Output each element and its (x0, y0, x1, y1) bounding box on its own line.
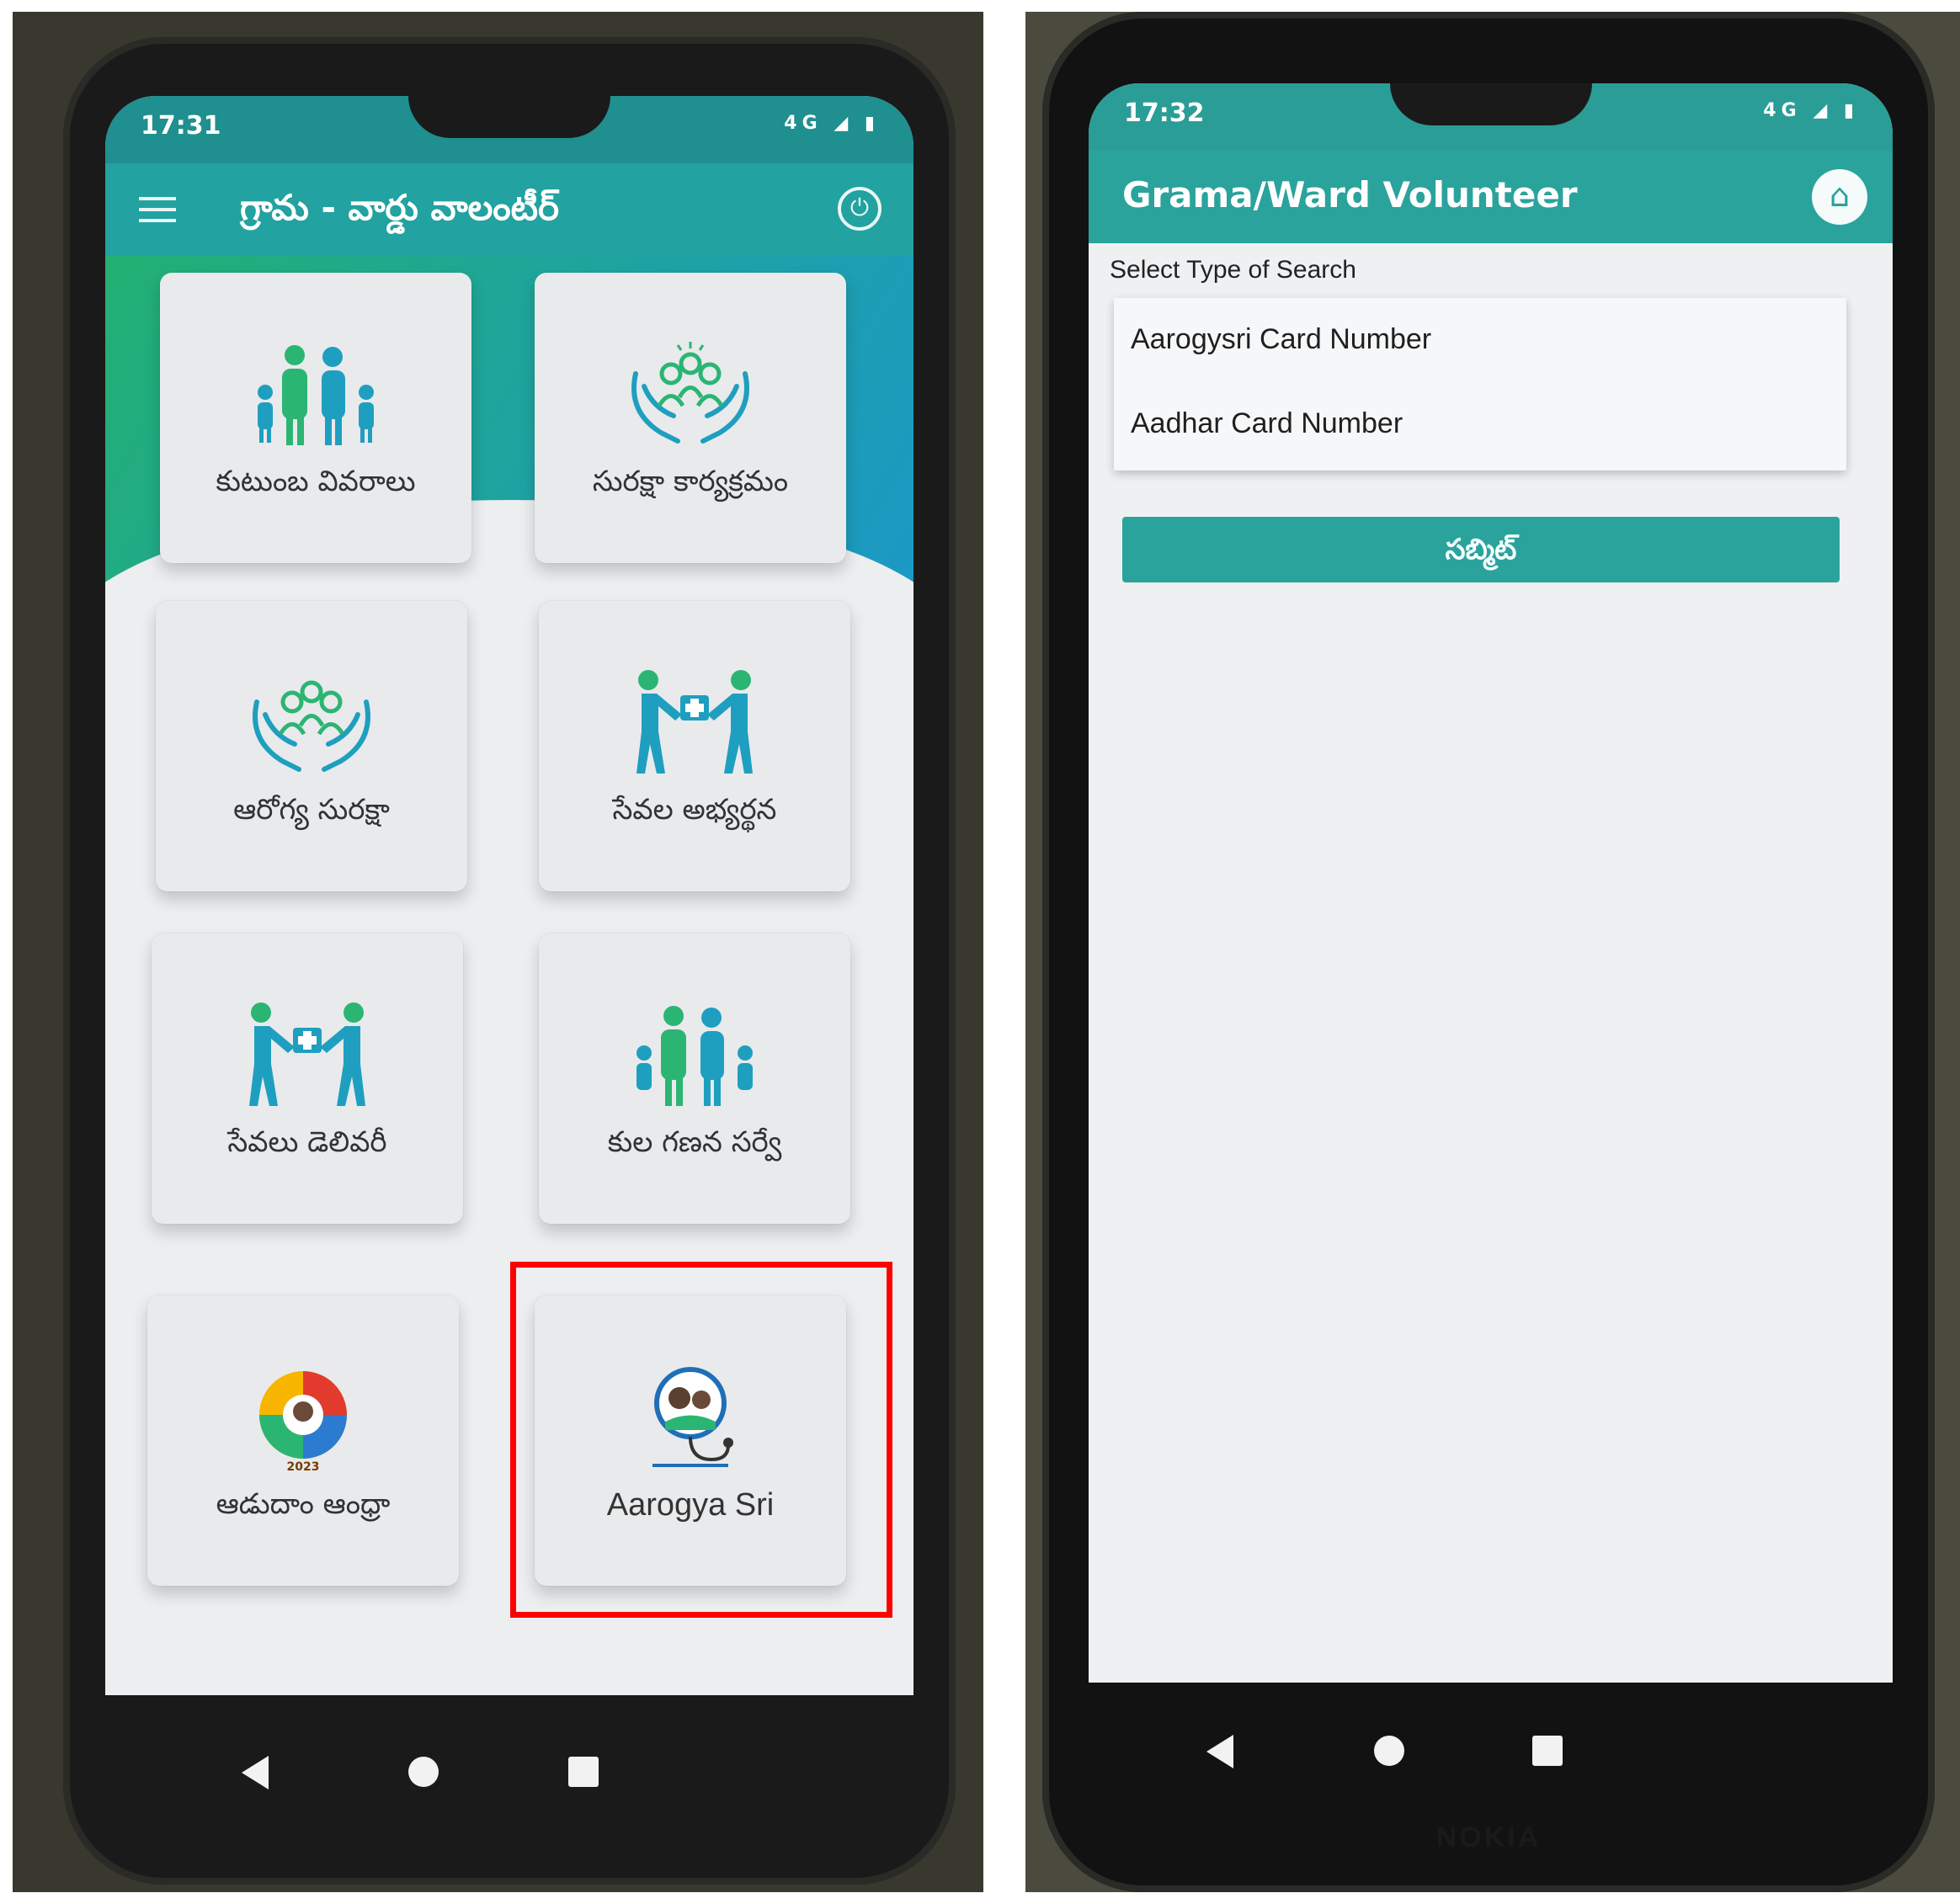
android-nav-bar (1042, 1683, 1935, 1826)
tile-arogya-suraksha[interactable]: ఆరోగ్య సురక్షా (156, 601, 467, 891)
network-label: 4G (784, 113, 823, 134)
android-nav-bar (63, 1695, 956, 1838)
back-icon[interactable] (1206, 1735, 1233, 1768)
tile-label: ఆరోగ్య సురక్షా (233, 793, 390, 827)
home-circle-icon[interactable] (1374, 1736, 1404, 1766)
home-icon[interactable]: ⌂ (1812, 169, 1867, 225)
submit-button[interactable]: సబ్మిట్ (1122, 517, 1840, 582)
app-title: Grama/Ward Volunteer (1122, 174, 1578, 215)
status-time: 17:32 (1124, 98, 1205, 128)
highlight-box-aarogya-sri (510, 1262, 892, 1618)
tile-label: కుల గణన సర్వే (607, 1125, 782, 1159)
logo-year: 2023 (287, 1460, 320, 1472)
network-label: 4G (1763, 100, 1802, 121)
tile-label: సురక్షా కార్యక్రమం (592, 465, 789, 498)
home-circle-icon[interactable] (408, 1757, 439, 1787)
tile-label: కుటుంబ వివరాలు (216, 465, 416, 498)
family-icon (636, 1006, 753, 1106)
camera-notch (1389, 83, 1592, 125)
option-aadhar-card[interactable]: Aadhar Card Number (1131, 407, 1403, 440)
right-phone-body: 17:32 4G ◢ ▮ Grama/Ward Volunteer ⌂ Sele… (1042, 12, 1935, 1892)
back-icon[interactable] (242, 1756, 269, 1789)
tile-suraksha-program[interactable]: సురక్షా కార్యక్రమం (535, 273, 846, 563)
care-hands-icon (631, 342, 749, 444)
aadudam-andhra-logo: 2023 (259, 1371, 347, 1472)
recent-apps-icon[interactable] (1532, 1736, 1563, 1766)
tile-service-delivery[interactable]: సేవలు డెలివరీ (152, 933, 463, 1224)
recent-apps-icon[interactable] (568, 1757, 599, 1787)
camera-notch (408, 96, 610, 138)
status-icons: 4G ◢ ▮ (1763, 100, 1859, 121)
search-type-dropdown[interactable]: Aarogysri Card Number Aadhar Card Number (1114, 298, 1846, 471)
care-hands-icon (253, 680, 370, 772)
search-type-label: Select Type of Search (1110, 256, 1356, 284)
app-bar: Grama/Ward Volunteer ⌂ (1089, 151, 1893, 243)
app-title: గ్రామ - వార్డు వాలంటీర్ (240, 187, 559, 228)
phone-brand-text: NOKIA (1435, 1821, 1542, 1853)
hamburger-menu-icon[interactable] (139, 197, 176, 222)
right-screen: 17:32 4G ◢ ▮ Grama/Ward Volunteer ⌂ Sele… (1089, 83, 1893, 1683)
status-time: 17:31 (141, 111, 221, 141)
tile-aadudam-andhra[interactable]: 2023 ఆడుదాం ఆంధ్రా (147, 1295, 459, 1586)
tile-label: ఆడుదాం ఆంధ్రా (216, 1487, 391, 1521)
right-phone-photo: 17:32 4G ◢ ▮ Grama/Ward Volunteer ⌂ Sele… (1025, 12, 1960, 1892)
family-icon (258, 345, 374, 445)
option-aarogyasri-card[interactable]: Aarogysri Card Number (1131, 323, 1431, 356)
tile-label: సేవల అభ్యర్థన (612, 793, 777, 827)
status-icons: 4G ◢ ▮ (784, 113, 880, 134)
service-exchange-icon (249, 1002, 365, 1106)
tile-service-request[interactable]: సేవల అభ్యర్థన (539, 601, 850, 891)
app-bar: గ్రామ - వార్డు వాలంటీర్ ⏻ (105, 163, 913, 256)
service-exchange-icon (636, 670, 753, 774)
tile-caste-census[interactable]: కుల గణన సర్వే (539, 933, 850, 1224)
logout-power-icon[interactable]: ⏻ (838, 187, 881, 231)
tile-label: సేవలు డెలివరీ (227, 1125, 387, 1159)
tile-family-details[interactable]: కుటుంబ వివరాలు (160, 273, 471, 563)
